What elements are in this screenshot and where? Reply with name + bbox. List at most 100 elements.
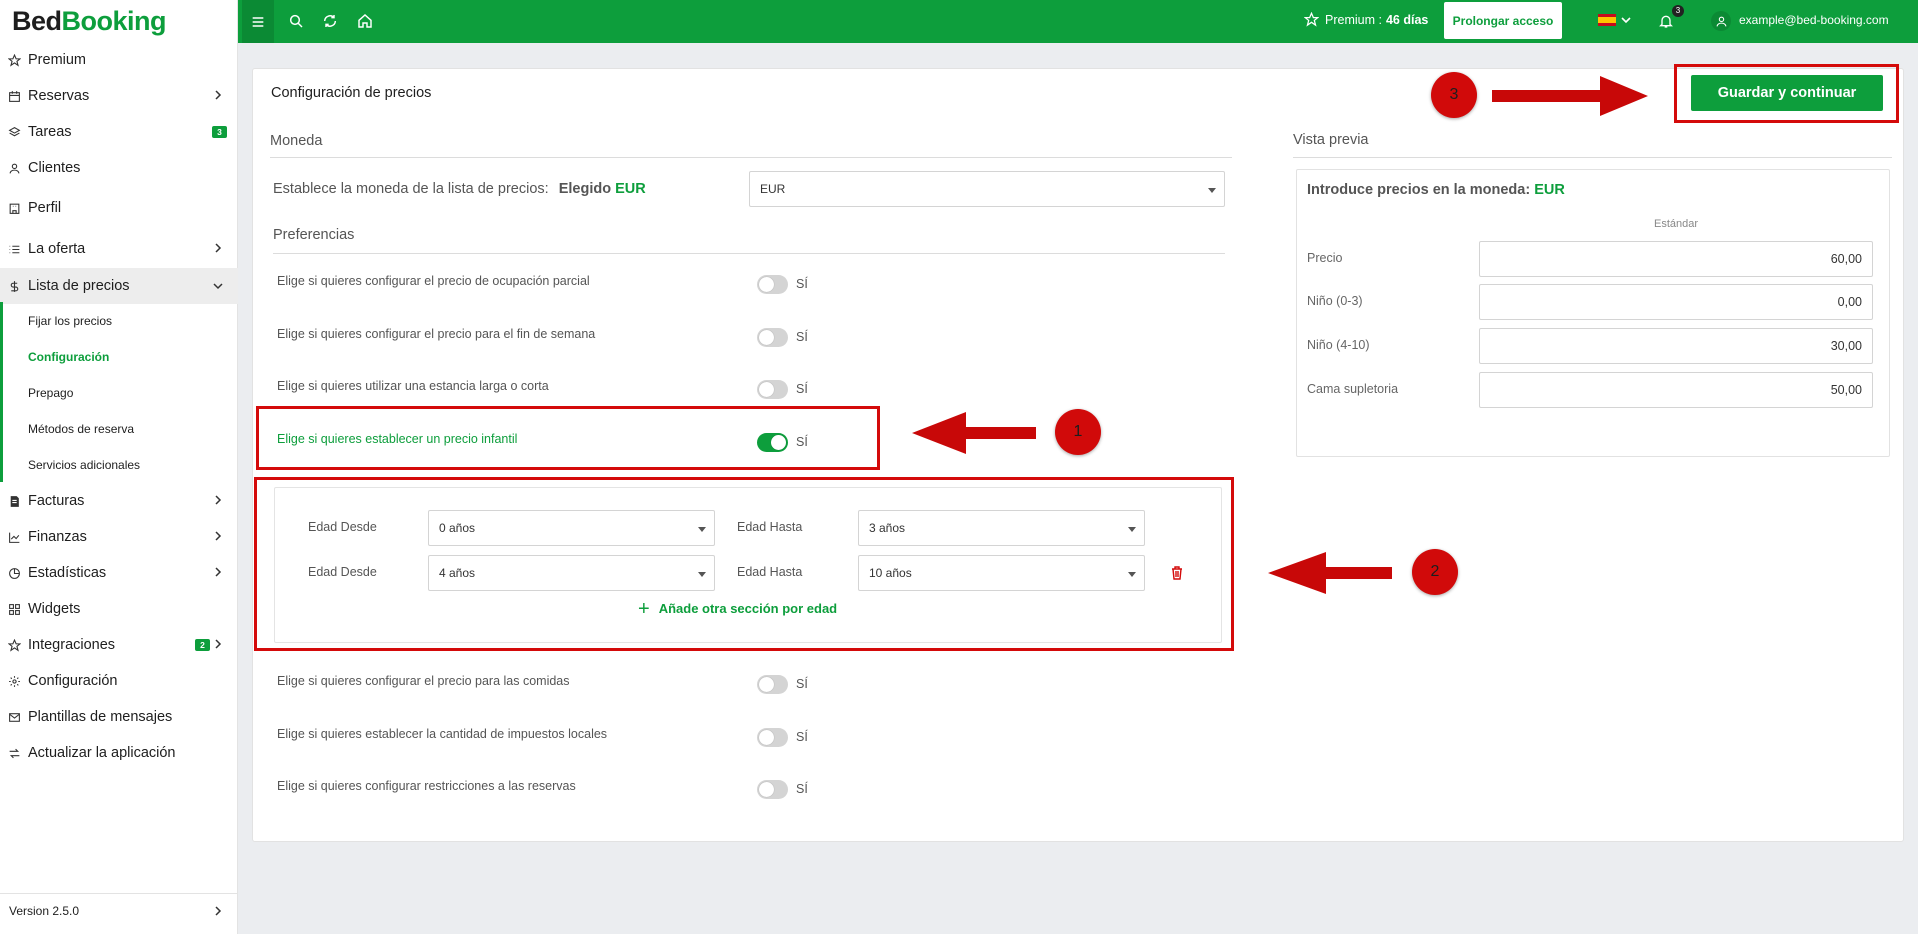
sidebar-item-premium[interactable]: Premium bbox=[0, 43, 238, 77]
chevron-right-icon bbox=[215, 567, 222, 577]
layers-icon bbox=[7, 125, 21, 139]
yes-label: SÍ bbox=[796, 677, 808, 691]
preview-panel: Introduce precios en la moneda: EUR Está… bbox=[1296, 169, 1890, 457]
preview-intro: Introduce precios en la moneda: EUR bbox=[1307, 182, 1565, 198]
notifications-badge: 3 bbox=[1672, 5, 1684, 17]
preview-input-nino-0-3[interactable]: 0,00 bbox=[1479, 284, 1873, 320]
star-icon bbox=[1304, 12, 1319, 27]
submenu-fijar-precios[interactable]: Fijar los precios bbox=[28, 314, 112, 328]
sidebar-item-perfil[interactable]: Perfil bbox=[0, 191, 238, 225]
logo-text-booking: Booking bbox=[61, 6, 167, 36]
preview-input-precio[interactable]: 60,00 bbox=[1479, 241, 1873, 277]
preview-input-cama-supletoria[interactable]: 50,00 bbox=[1479, 372, 1873, 408]
sidebar-item-widgets[interactable]: Widgets bbox=[0, 592, 238, 626]
star-icon bbox=[7, 638, 21, 652]
submenu-metodos-reserva[interactable]: Métodos de reserva bbox=[28, 422, 134, 436]
gear-icon bbox=[7, 674, 21, 688]
sidebar-item-label: Tareas bbox=[28, 124, 72, 140]
yes-label: SÍ bbox=[796, 277, 808, 291]
preview-intro-label: Introduce precios en la moneda: bbox=[1307, 182, 1531, 198]
annotation-number-1: 1 bbox=[1055, 409, 1101, 455]
avatar[interactable] bbox=[1711, 11, 1731, 31]
preview-section-title: Vista previa bbox=[1293, 132, 1369, 148]
toggle-meals[interactable] bbox=[757, 675, 788, 694]
grid-icon bbox=[7, 602, 21, 616]
invoice-icon bbox=[7, 494, 21, 508]
sidebar-item-label: Configuración bbox=[28, 673, 118, 689]
calendar-icon bbox=[7, 89, 21, 103]
annotation-box-step3 bbox=[1674, 64, 1899, 123]
user-icon bbox=[7, 161, 21, 175]
submenu-prepago[interactable]: Prepago bbox=[28, 386, 73, 400]
sidebar-item-plantillas[interactable]: Plantillas de mensajes bbox=[0, 700, 238, 734]
chevron-right-icon bbox=[215, 531, 222, 541]
toggle-weekend[interactable] bbox=[757, 328, 788, 347]
currency-select-value: EUR bbox=[760, 182, 786, 196]
sidebar-submenu: Fijar los precios Configuración Prepago … bbox=[0, 302, 238, 482]
sidebar-item-integraciones[interactable]: Integraciones 2 bbox=[0, 628, 238, 662]
list-icon bbox=[7, 242, 21, 256]
toggle-restrictions[interactable] bbox=[757, 780, 788, 799]
sidebar-item-tareas[interactable]: Tareas 3 bbox=[0, 115, 238, 149]
currency-select[interactable]: EUR bbox=[749, 171, 1225, 207]
premium-label: Premium : bbox=[1325, 12, 1382, 27]
yes-label: SÍ bbox=[796, 730, 808, 744]
preferences-section-title: Preferencias bbox=[273, 227, 355, 243]
pref-label-partial-occupancy: Elige si quieres configurar el precio de… bbox=[277, 274, 590, 288]
search-icon[interactable] bbox=[286, 11, 306, 31]
currency-row: Establece la moneda de la lista de preci… bbox=[273, 181, 646, 197]
preview-label-precio: Precio bbox=[1307, 251, 1343, 265]
home-icon[interactable] bbox=[355, 11, 375, 31]
integrations-badge: 2 bbox=[195, 639, 210, 651]
currency-label: Establece la moneda de la lista de preci… bbox=[273, 181, 549, 197]
sidebar-item-la-oferta[interactable]: La oferta bbox=[0, 232, 238, 266]
pref-label-weekend: Elige si quieres configurar el precio pa… bbox=[277, 327, 596, 341]
prolong-access-button[interactable]: Prolongar acceso bbox=[1444, 2, 1562, 39]
sidebar-item-label: Premium bbox=[28, 52, 87, 68]
chevron-right-icon bbox=[215, 495, 222, 505]
annotation-arrow-left bbox=[1268, 552, 1392, 594]
app-logo[interactable]: Bed Booking bbox=[0, 0, 237, 43]
preview-label-nino-4-10: Niño (4-10) bbox=[1307, 338, 1370, 352]
menu-icon[interactable] bbox=[242, 0, 274, 43]
preview-column-header: Estándar bbox=[1654, 218, 1699, 230]
version-footer[interactable]: Version 2.5.0 bbox=[0, 893, 238, 927]
page-title: Configuración de precios bbox=[271, 85, 432, 101]
chevron-right-icon bbox=[215, 639, 222, 649]
submenu-servicios-adicionales[interactable]: Servicios adicionales bbox=[28, 458, 140, 472]
preview-label-cama-supletoria: Cama supletoria bbox=[1307, 382, 1399, 396]
sidebar-item-reservas[interactable]: Reservas bbox=[0, 79, 238, 113]
sidebar-item-finanzas[interactable]: Finanzas bbox=[0, 520, 238, 554]
version-label: Version 2.5.0 bbox=[9, 903, 80, 918]
sidebar-item-label: Widgets bbox=[28, 601, 81, 617]
yes-label: SÍ bbox=[796, 782, 808, 796]
sidebar-item-configuracion[interactable]: Configuración bbox=[0, 664, 238, 698]
sidebar-item-lista-de-precios[interactable]: Lista de precios bbox=[0, 268, 238, 304]
sidebar-item-estadisticas[interactable]: Estadísticas bbox=[0, 556, 238, 590]
sync-icon[interactable] bbox=[320, 11, 340, 31]
chevron-right-icon bbox=[215, 243, 222, 253]
sidebar-item-label: Perfil bbox=[28, 200, 62, 216]
sidebar-item-label: Integraciones bbox=[28, 637, 116, 653]
divider bbox=[1293, 157, 1892, 158]
sidebar-item-facturas[interactable]: Facturas bbox=[0, 484, 238, 518]
chevron-right-icon bbox=[215, 906, 222, 916]
submenu-configuracion[interactable]: Configuración bbox=[28, 350, 109, 364]
preview-input-nino-4-10[interactable]: 30,00 bbox=[1479, 328, 1873, 364]
caret-down-icon bbox=[1208, 188, 1216, 193]
toggle-partial-occupancy[interactable] bbox=[757, 275, 788, 294]
spain-flag-icon[interactable] bbox=[1598, 14, 1616, 26]
premium-days: 46 días bbox=[1385, 12, 1429, 27]
divider bbox=[270, 157, 1232, 158]
toggle-local-taxes[interactable] bbox=[757, 728, 788, 747]
currency-section-title: Moneda bbox=[270, 133, 323, 149]
sidebar-item-label: Plantillas de mensajes bbox=[28, 709, 173, 725]
toggle-long-short-stay[interactable] bbox=[757, 380, 788, 399]
chevron-down-icon bbox=[213, 283, 223, 290]
user-email[interactable]: example@bed-booking.com bbox=[1739, 13, 1889, 27]
chevron-down-icon[interactable] bbox=[1621, 15, 1631, 25]
sidebar-item-clientes[interactable]: Clientes bbox=[0, 151, 238, 185]
sidebar-item-label: Finanzas bbox=[28, 529, 87, 545]
sidebar-item-actualizar[interactable]: Actualizar la aplicación bbox=[0, 736, 238, 770]
mail-icon bbox=[7, 710, 21, 724]
